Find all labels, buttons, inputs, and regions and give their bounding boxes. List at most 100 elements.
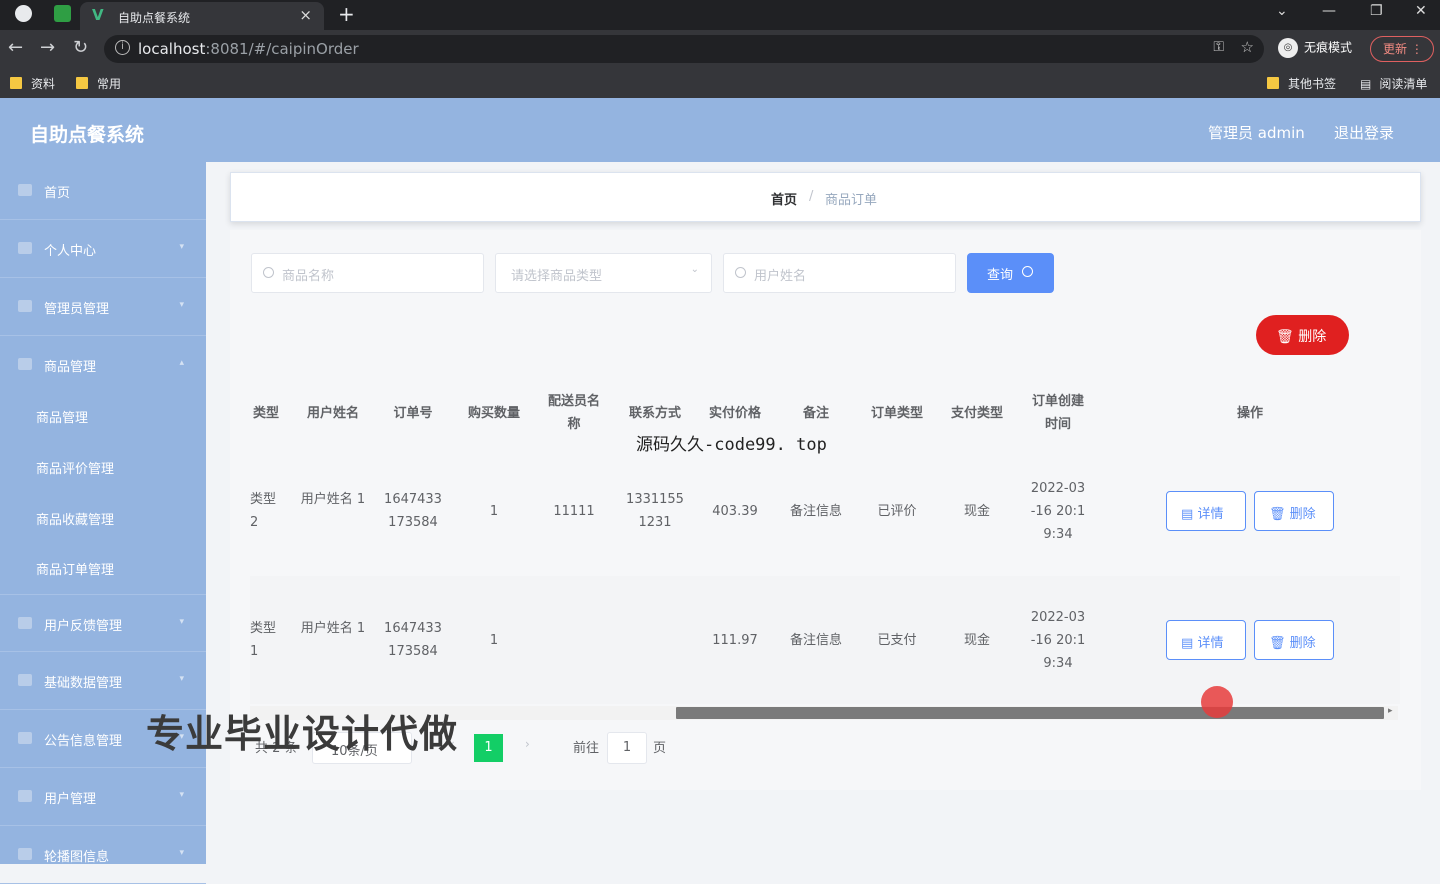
cell-qty: 1	[489, 504, 499, 519]
key-icon[interactable]: ⚿	[1213, 39, 1224, 55]
bookmark-folder[interactable]: 资料	[10, 75, 55, 92]
sidebar-item-users[interactable]: 用户管理 ▾	[0, 768, 206, 826]
search-icon	[263, 267, 274, 278]
cell-order-no: 1647433 173584	[384, 621, 442, 659]
bookmark-label: 常用	[97, 77, 122, 91]
bookmark-folder[interactable]: 常用	[76, 75, 121, 92]
feedback-icon	[18, 617, 32, 629]
reading-list-icon: ▤	[1360, 77, 1372, 91]
sidebar-item-basedata[interactable]: 基础数据管理 ▾	[0, 652, 206, 710]
new-tab-icon[interactable]: +	[338, 2, 355, 26]
header-phone: 联系方式	[628, 406, 681, 421]
app-tab-icon[interactable]	[54, 5, 71, 22]
sidebar-item-label: 用户管理	[44, 792, 97, 807]
cell-order-no: 1647433 173584	[384, 492, 442, 530]
browser-logo-icon	[15, 5, 32, 22]
chevron-down-icon: ▾	[179, 848, 184, 858]
scroll-right-icon[interactable]: ▸	[1388, 706, 1393, 716]
batch-delete-button[interactable]: 🗑 删除	[1256, 315, 1349, 355]
app-header: 自助点餐系统 管理员 admin 退出登录	[0, 98, 1440, 162]
reading-list[interactable]: ▤ 阅读清单	[1360, 75, 1427, 92]
bookmark-star-icon[interactable]: ☆	[1241, 38, 1254, 56]
tab-title: 自助点餐系统	[118, 11, 191, 25]
tab-search-icon[interactable]: ⌄	[1276, 3, 1288, 19]
sidebar-item-label: 管理员管理	[44, 302, 110, 317]
trash-icon: 🗑	[1269, 636, 1286, 651]
close-tab-icon[interactable]: ×	[299, 6, 312, 24]
row-delete-button[interactable]: 🗑 删除	[1254, 620, 1334, 660]
goto-label: 前往	[573, 741, 600, 756]
sidebar-item-home[interactable]: 首页	[0, 162, 206, 220]
sidebar-item-feedback[interactable]: 用户反馈管理 ▾	[0, 594, 206, 652]
sidebar-subitem-reviews[interactable]: 商品评价管理	[36, 458, 114, 477]
breadcrumb: 首页 / 商品订单	[230, 172, 1421, 222]
back-icon[interactable]: ←	[8, 37, 23, 58]
bookmark-label: 资料	[31, 77, 56, 91]
other-bookmarks[interactable]: 其他书签	[1267, 75, 1336, 92]
cell-type: 类型 2	[250, 492, 277, 530]
chevron-up-icon: ▴	[179, 358, 184, 368]
trash-icon: 🗑	[1269, 507, 1286, 522]
product-name-input[interactable]: 商品名称	[251, 253, 484, 293]
sidebar-subitem-orders[interactable]: 商品订单管理	[36, 559, 114, 578]
sidebar-item-products[interactable]: 商品管理 ▴	[0, 336, 206, 394]
reload-icon[interactable]: ↻	[73, 37, 88, 58]
breadcrumb-home[interactable]: 首页	[771, 189, 797, 208]
sidebar-item-profile[interactable]: 个人中心 ▾	[0, 220, 206, 278]
url-input[interactable]: i localhost:8081/#/caipinOrder ⚿ ☆	[104, 35, 1264, 63]
sidebar-item-label: 个人中心	[44, 244, 97, 259]
vue-logo-icon: V	[92, 6, 104, 24]
admin-label: 管理员 admin	[1208, 124, 1305, 142]
scrollbar-thumb[interactable]	[676, 707, 1384, 719]
admin-icon	[18, 300, 32, 312]
detail-button[interactable]: ▤ 详情	[1166, 491, 1246, 531]
close-window-icon[interactable]: ✕	[1415, 3, 1427, 19]
delete-label: 删除	[1289, 507, 1316, 522]
logout-link[interactable]: 退出登录	[1334, 122, 1394, 143]
site-info-icon[interactable]: i	[115, 40, 130, 55]
sidebar-item-label: 基础数据管理	[44, 676, 123, 691]
placeholder: 用户姓名	[754, 269, 807, 284]
product-type-select[interactable]: 请选择商品类型 ⌄	[495, 253, 712, 293]
notice-icon	[18, 732, 32, 744]
sidebar-item-carousel[interactable]: 轮播图信息 ▾	[0, 826, 206, 884]
header-type: 类型	[252, 406, 279, 421]
header-price: 实付价格	[708, 406, 761, 421]
browser-tab[interactable]: V 自助点餐系统 ×	[80, 2, 324, 30]
data-icon	[18, 674, 32, 686]
goto-page-input[interactable]: 1	[607, 732, 647, 764]
current-page[interactable]: 1	[474, 734, 503, 762]
header-actions: 操作	[1236, 406, 1263, 421]
user-name-input[interactable]: 用户姓名	[723, 253, 956, 293]
sidebar-item-label: 商品管理	[44, 360, 97, 375]
trash-icon: 🗑	[1276, 329, 1294, 345]
header-courier: 配送员名称	[547, 394, 600, 432]
next-page-icon[interactable]: ›	[525, 737, 530, 751]
query-button[interactable]: 查询	[967, 253, 1054, 293]
row-delete-button[interactable]: 🗑 删除	[1254, 491, 1334, 531]
chevron-down-icon: ▾	[179, 617, 184, 627]
restore-icon[interactable]: ❐	[1370, 3, 1383, 19]
sidebar-item-label: 轮播图信息	[44, 850, 110, 865]
header-order-no: 订单号	[393, 406, 433, 421]
folder-icon	[10, 77, 22, 89]
sidebar-item-label: 公告信息管理	[44, 734, 123, 749]
detail-button[interactable]: ▤ 详情	[1166, 620, 1246, 660]
minimize-icon[interactable]: —	[1322, 3, 1336, 19]
detail-label: 详情	[1197, 507, 1224, 522]
update-button[interactable]: 更新 ⋮	[1370, 36, 1434, 62]
incognito-indicator[interactable]: ◎ 无痕模式	[1278, 38, 1352, 58]
browser-tab-bar: V 自助点餐系统 × + ⌄ — ❐ ✕	[0, 0, 1440, 30]
bookmark-label: 阅读清单	[1379, 77, 1428, 91]
sidebar-subitem-products[interactable]: 商品管理	[36, 407, 88, 426]
banner-text: 专业毕业设计代做	[146, 712, 459, 756]
cell-created: 2022-03 -16 20:1 9:34	[1030, 481, 1086, 542]
sidebar-item-admins[interactable]: 管理员管理 ▾	[0, 278, 206, 336]
page-unit-label: 页	[653, 741, 667, 756]
folder-icon	[1267, 77, 1279, 89]
cell-courier: 11111	[553, 504, 595, 519]
cell-user: 用户姓名 1	[300, 621, 366, 636]
sidebar-subitem-favorites[interactable]: 商品收藏管理	[36, 509, 114, 528]
forward-icon[interactable]: →	[40, 37, 55, 58]
incognito-label: 无痕模式	[1304, 40, 1353, 55]
